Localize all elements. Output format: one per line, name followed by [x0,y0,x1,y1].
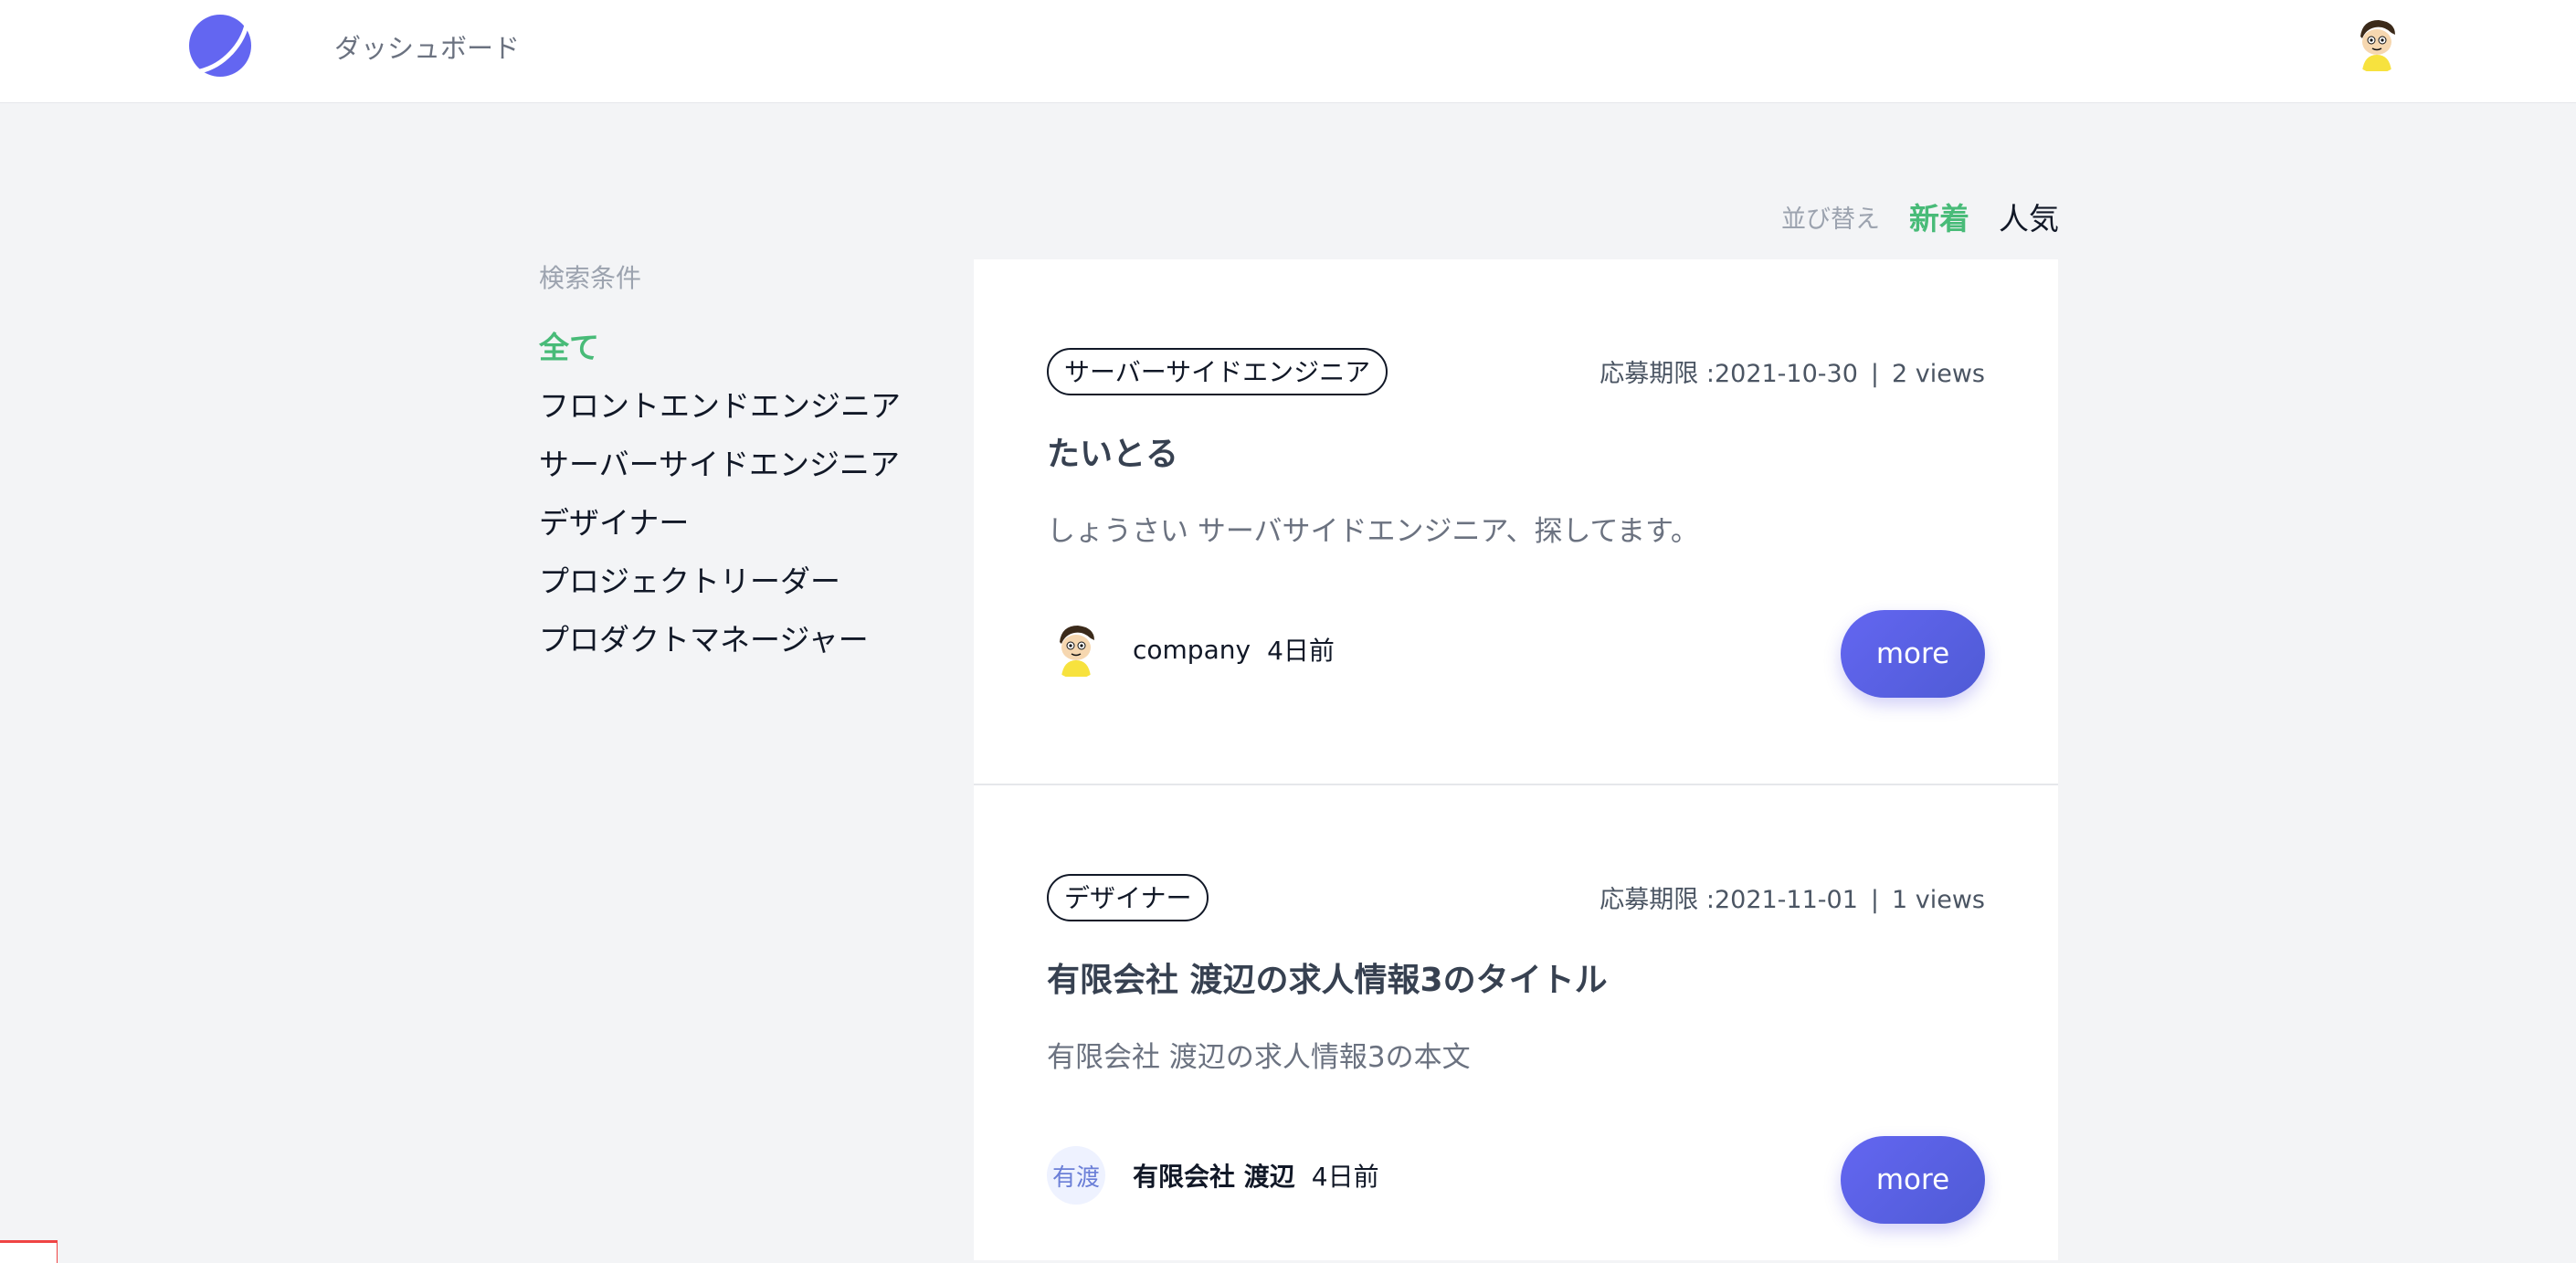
corner-indicator [0,1240,58,1263]
post-meta: 応募期限 :2021-10-30 | 2 views [1599,353,1985,389]
post-description: しょうさい サーバサイドエンジニア、探してます。 [1047,515,1699,548]
more-button[interactable]: more [1841,610,1985,698]
post-time: 4日前 [1311,1162,1379,1192]
post-time: 4日前 [1267,636,1335,666]
sort-label: 並び替え [1781,205,1880,234]
sidebar-title: 検索条件 [539,263,642,293]
sort-bar: 並び替え 新着 人気 [1781,195,2059,238]
sidebar-item-serverside-engineer[interactable]: サーバーサイドエンジニア [539,436,901,494]
author-avatar-initials: 有渡 [1047,1146,1105,1205]
sidebar-item-frontend-engineer[interactable]: フロントエンドエンジニア [539,377,901,436]
author-name: company [1133,634,1251,665]
post-title[interactable]: たいとる [1047,427,1178,475]
meta-separator: | [1870,360,1879,388]
post-author: company 4日前 [1047,620,1335,679]
post-title[interactable]: 有限会社 渡辺の求人情報3のタイトル [1047,953,1608,1001]
sidebar-item-product-manager[interactable]: プロダクトマネージャー [539,611,901,669]
user-avatar-icon [2348,15,2406,73]
sidebar-item-project-leader[interactable]: プロジェクトリーダー [539,553,901,611]
job-post-feed: サーバーサイドエンジニア 応募期限 :2021-10-30 | 2 views たい… [974,259,2058,1260]
deadline-text: 応募期限 :2021-11-01 [1599,886,1858,914]
category-tag[interactable]: デザイナー [1047,874,1209,921]
meta-separator: | [1870,886,1879,914]
sidebar-item-designer[interactable]: デザイナー [539,494,901,553]
post-description: 有限会社 渡辺の求人情報3の本文 [1047,1041,1471,1074]
job-post-card: サーバーサイドエンジニア 応募期限 :2021-10-30 | 2 views たい… [974,259,2058,785]
post-author: 有渡 有限会社 渡辺 4日前 [1047,1146,1379,1205]
deadline-text: 応募期限 :2021-10-30 [1599,360,1858,388]
nav-link-dashboard[interactable]: ダッシュボード [334,27,520,66]
more-button[interactable]: more [1841,1136,1985,1224]
user-avatar[interactable] [2348,15,2406,73]
category-tag[interactable]: サーバーサイドエンジニア [1047,348,1388,395]
view-count: 1 views [1891,886,1985,914]
author-name-text: 有限会社 渡辺 [1133,1162,1295,1192]
post-meta: 応募期限 :2021-11-01 | 1 views [1599,879,1985,915]
author-avatar [1047,620,1105,679]
app-logo-icon[interactable] [187,13,257,79]
sort-option-newest[interactable]: 新着 [1909,195,1969,238]
top-navbar: ダッシュボード [0,0,2576,103]
sort-option-popular[interactable]: 人気 [1999,195,2059,238]
author-avatar-icon [1047,620,1105,679]
search-filter-sidebar: 検索条件 全て フロントエンドエンジニア サーバーサイドエンジニア デザイナー … [539,258,901,669]
view-count: 2 views [1891,360,1985,388]
job-post-card: デザイナー 応募期限 :2021-11-01 | 1 views 有限会社 渡辺の求… [974,785,2058,1260]
author-name: 有限会社 渡辺 [1133,1157,1295,1194]
sidebar-item-all[interactable]: 全て [539,319,901,377]
